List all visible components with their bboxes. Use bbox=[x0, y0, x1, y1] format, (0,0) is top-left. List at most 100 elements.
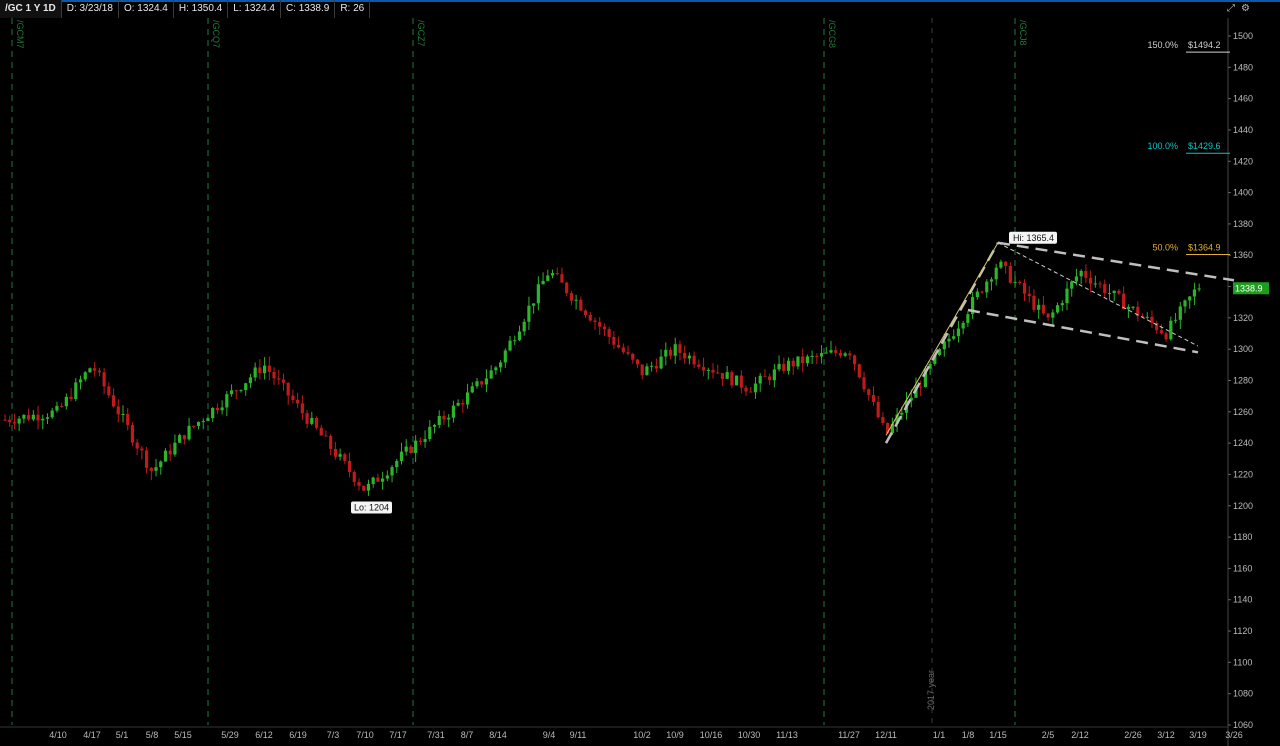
candle-up bbox=[574, 294, 578, 310]
candle-body bbox=[819, 352, 824, 357]
candle-body bbox=[83, 372, 87, 380]
candle-body bbox=[12, 422, 17, 424]
trendline-solid bbox=[885, 242, 999, 436]
candle-body bbox=[465, 392, 470, 405]
candle-body bbox=[753, 383, 758, 393]
candle-down bbox=[145, 447, 149, 474]
candle-down bbox=[635, 359, 640, 369]
candle-body bbox=[206, 418, 210, 422]
candle-up bbox=[499, 360, 503, 373]
x-tick-label: 10/9 bbox=[666, 730, 684, 740]
candle-body bbox=[300, 403, 304, 414]
candle-down bbox=[102, 368, 106, 395]
x-tick-label: 8/7 bbox=[461, 730, 474, 740]
candle-body bbox=[1173, 319, 1178, 321]
last-price-label: 1338.9 bbox=[1235, 283, 1263, 293]
candle-body bbox=[107, 386, 111, 396]
candle-body bbox=[673, 344, 677, 356]
candle-body bbox=[1145, 316, 1149, 318]
candle-body bbox=[739, 375, 743, 388]
y-tick-label: 1080 bbox=[1233, 689, 1253, 699]
candle-body bbox=[404, 446, 408, 452]
candle-down bbox=[36, 405, 40, 430]
y-tick-label: 1360 bbox=[1233, 250, 1253, 260]
candle-down bbox=[980, 290, 984, 295]
candle-down bbox=[565, 281, 569, 297]
candle-body bbox=[720, 373, 725, 379]
candle-down bbox=[560, 267, 564, 283]
candle-up bbox=[772, 363, 776, 388]
candle-down bbox=[678, 340, 682, 361]
candle-up bbox=[522, 318, 526, 336]
candle-down bbox=[111, 388, 116, 408]
candle-up bbox=[513, 335, 517, 345]
y-tick-label: 1320 bbox=[1233, 313, 1253, 323]
candle-body bbox=[390, 467, 394, 476]
candle-body bbox=[796, 356, 800, 367]
y-tick-label: 1140 bbox=[1233, 595, 1252, 605]
candle-down bbox=[192, 425, 196, 429]
candle-body bbox=[834, 350, 838, 353]
candle-body bbox=[121, 413, 125, 415]
price-chart[interactable]: /GCM7/GCQ7/GCZ7/GCG8/GCJ8 2017 year 1060 10… bbox=[0, 0, 1280, 746]
candle-down bbox=[376, 473, 380, 483]
candle-down bbox=[258, 358, 262, 380]
candle-down bbox=[300, 395, 304, 420]
candle-up bbox=[41, 414, 45, 430]
candle-body bbox=[215, 407, 219, 411]
candle-body bbox=[725, 372, 729, 379]
candle-down bbox=[654, 358, 658, 373]
candle-up bbox=[532, 303, 536, 314]
candle-up bbox=[248, 373, 253, 389]
candle-down bbox=[583, 309, 588, 319]
candle-body bbox=[50, 410, 54, 418]
candle-up bbox=[1178, 301, 1182, 329]
x-tick-label: 4/10 bbox=[49, 730, 67, 740]
candle-down bbox=[130, 422, 135, 446]
candle-up bbox=[220, 400, 224, 415]
contract-marker-label: /GCJ8 bbox=[1018, 20, 1028, 46]
candle-body bbox=[593, 320, 597, 323]
candle-up bbox=[994, 263, 998, 286]
candle-down bbox=[730, 370, 734, 389]
candle-down bbox=[588, 311, 592, 322]
candle-down bbox=[357, 478, 361, 491]
candle-down bbox=[149, 467, 153, 481]
candle-down bbox=[763, 369, 767, 377]
x-tick-label: 5/15 bbox=[174, 730, 192, 740]
candle-body bbox=[1117, 290, 1121, 294]
candle-body bbox=[857, 364, 861, 378]
candle-body bbox=[395, 460, 399, 468]
candle-body bbox=[1032, 295, 1036, 310]
candle-down bbox=[593, 317, 597, 330]
candle-body bbox=[555, 273, 559, 275]
candle-body bbox=[173, 442, 177, 455]
candle-up bbox=[819, 345, 824, 364]
candle-body bbox=[461, 402, 465, 405]
candle-body bbox=[470, 386, 474, 393]
candle-body bbox=[55, 405, 59, 411]
candle-body bbox=[248, 377, 253, 384]
candle-up bbox=[985, 279, 989, 298]
candle-up bbox=[796, 356, 800, 370]
candle-body bbox=[253, 367, 257, 378]
candle-up bbox=[239, 389, 243, 393]
candle-body bbox=[347, 460, 352, 473]
candle-down bbox=[602, 323, 607, 337]
candle-up bbox=[687, 352, 691, 365]
candle-down bbox=[834, 345, 838, 357]
candle-up bbox=[45, 413, 50, 424]
candle-body bbox=[815, 355, 819, 357]
candle-up bbox=[664, 342, 668, 366]
candle-body bbox=[36, 414, 40, 421]
candle-body bbox=[980, 291, 984, 293]
candle-up bbox=[824, 346, 828, 354]
candle-up bbox=[244, 382, 248, 396]
candle-body bbox=[711, 369, 715, 373]
candle-body bbox=[1027, 293, 1031, 296]
x-tick-label: 2/12 bbox=[1071, 730, 1089, 740]
candle-body bbox=[258, 367, 262, 374]
y-tick-label: 1240 bbox=[1233, 438, 1253, 448]
candle-body bbox=[1197, 288, 1201, 290]
candle-body bbox=[22, 414, 26, 419]
